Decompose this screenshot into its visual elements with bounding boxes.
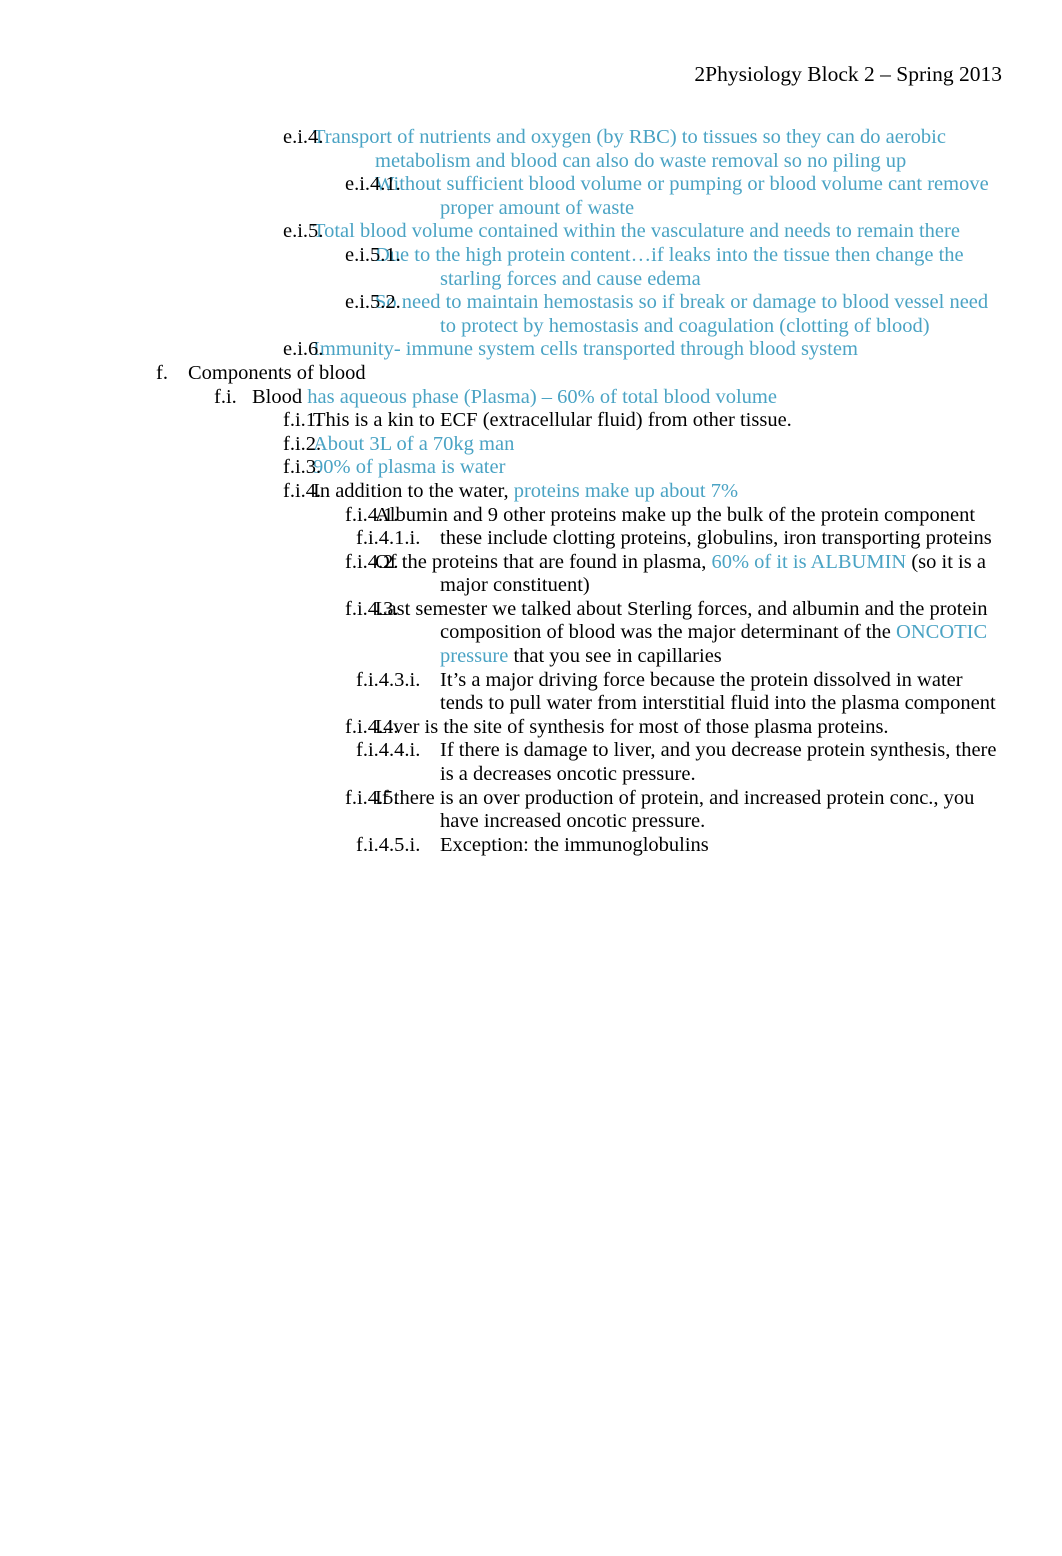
outline-item-text: Due to the high protein content…if leaks… [375, 244, 1002, 291]
text-run: these include clotting proteins, globuli… [440, 527, 992, 550]
outline-item: f.i.3. 90% of plasma is water [283, 456, 1062, 480]
text-run: Components of blood [188, 361, 366, 384]
outline-item-marker: f.i.4.4.i. [356, 739, 421, 762]
outline-item-text: This is a kin to ECF (extracellular flui… [313, 409, 1002, 433]
outline-item-text: It’s a major driving force because the p… [440, 669, 1002, 716]
outline-item-marker: f.i. [214, 385, 237, 408]
text-run: Exception: the immunoglobulins [440, 833, 709, 856]
outline-item-marker: f.i.4.4. [345, 715, 399, 738]
outline-item-marker: f.i.4.5. [345, 786, 399, 809]
outline-item-text: Immunity- immune system cells transporte… [313, 338, 1002, 362]
outline-item-text: Exception: the immunoglobulins [440, 834, 1002, 858]
outline-item: f. Components of blood [156, 362, 1062, 386]
outline-list: e.i.4. Transport of nutrients and oxygen … [0, 126, 1062, 857]
outline-item-marker: f.i.3. [283, 456, 322, 479]
text-run: Without sufficient blood volume or pumpi… [375, 173, 989, 219]
outline-item: f.i.2. About 3L of a 70kg man [283, 433, 1062, 457]
outline-item-text: Components of blood [188, 362, 1002, 386]
outline-item-marker: f.i.4.1. [345, 503, 399, 526]
outline-item-text: Albumin and 9 other proteins make up the… [375, 504, 1002, 528]
outline-item-marker: f.i.4.3.i. [356, 668, 421, 691]
outline-item: f.i.4. In addition to the water, proteins… [283, 480, 1062, 504]
text-run: Liver is the site of synthesis for most … [375, 715, 889, 738]
outline-item: f.i.4.5. If there is an over production o… [345, 787, 1062, 834]
text-run: 60% of it is ALBUMIN [711, 550, 907, 573]
text-run: Due to the high protein content…if leaks… [375, 243, 964, 290]
outline-item: e.i.5.2. So need to maintain hemostasis s… [345, 291, 1062, 338]
outline-item-text: Total blood volume contained within the … [313, 220, 1002, 244]
outline-item: f.i.4.2. Of the proteins that are found i… [345, 551, 1062, 598]
outline-item: f.i.4.1.i. these include clotting protein… [356, 527, 1062, 551]
outline-item-text: Last semester we talked about Sterling f… [375, 598, 1002, 669]
text-run: If there is damage to liver, and you dec… [440, 739, 997, 786]
outline-item-marker: f. [156, 361, 168, 384]
outline-item-text: About 3L of a 70kg man [313, 433, 1002, 457]
outline-item-marker: f.i.4.3. [345, 597, 399, 620]
outline-item-marker: f.i.4.2. [345, 550, 399, 573]
outline-item-marker: f.i.4.1.i. [356, 527, 421, 550]
outline-item: e.i.4. Transport of nutrients and oxygen … [283, 126, 1062, 173]
text-run: About 3L of a 70kg man [313, 432, 515, 455]
outline-item: f.i.4.1. Albumin and 9 other proteins mak… [345, 504, 1062, 528]
outline-item-text: So need to maintain hemostasis so if bre… [375, 291, 1002, 338]
outline-item: f.i.4.5.i. Exception: the immunoglobulins [356, 834, 1062, 858]
outline-item-marker: f.i.1. [283, 409, 322, 432]
outline-item: e.i.5. Total blood volume contained withi… [283, 220, 1062, 244]
outline-item-text: Without sufficient blood volume or pumpi… [375, 173, 1002, 220]
page-header: 2Physiology Block 2 – Spring 2013 [694, 62, 1002, 86]
outline-item-marker: e.i.5.1. [345, 243, 401, 266]
outline-item: f.i.4.3.i. It’s a major driving force bec… [356, 669, 1062, 716]
outline-item-text: Liver is the site of synthesis for most … [375, 716, 1002, 740]
outline-item-marker: f.i.4.5.i. [356, 833, 421, 856]
outline-item: f.i.4.4. Liver is the site of synthesis f… [345, 716, 1062, 740]
outline-item-marker: e.i.5.2. [345, 291, 401, 314]
text-run: 90% of plasma is water [313, 456, 506, 479]
text-run: Immunity- immune system cells transporte… [313, 338, 858, 361]
text-run: Total blood volume contained within the … [313, 220, 960, 243]
text-run: has aqueous phase (Plasma) – 60% of tota… [307, 385, 777, 408]
text-run: If there is an over production of protei… [375, 786, 975, 833]
text-run: In addition to the water, [313, 479, 514, 502]
outline-item-text: If there is an over production of protei… [375, 787, 1002, 834]
outline-item: f.i.4.3. Last semester we talked about St… [345, 598, 1062, 669]
outline-item-text: Transport of nutrients and oxygen (by RB… [313, 126, 1002, 173]
outline-item-text: these include clotting proteins, globuli… [440, 527, 1002, 551]
text-run: It’s a major driving force because the p… [440, 668, 996, 715]
outline-item: e.i.4.1. Without sufficient blood volume … [345, 173, 1062, 220]
text-run: Blood [252, 385, 308, 408]
outline-item: f.i.1. This is a kin to ECF (extracellula… [283, 409, 1062, 433]
outline-item: e.i.6. Immunity- immune system cells tran… [283, 338, 1062, 362]
outline-item-text: 90% of plasma is water [313, 456, 1002, 480]
outline-item: f.i. Blood has aqueous phase (Plasma) – 6… [214, 386, 1062, 410]
outline-item-marker: e.i.4. [283, 126, 324, 148]
outline-item-text: If there is damage to liver, and you dec… [440, 739, 1002, 786]
text-run: Albumin and 9 other proteins make up the… [375, 503, 976, 526]
text-run: So need to maintain hemostasis so if bre… [375, 291, 989, 337]
outline-item-marker: e.i.4.1. [345, 173, 401, 196]
outline-item-marker: f.i.2. [283, 432, 322, 455]
text-run: Of the proteins that are found in plasma… [375, 550, 712, 573]
outline-item-text: Of the proteins that are found in plasma… [375, 551, 1002, 598]
outline-item-marker: e.i.5. [283, 220, 324, 243]
text-run: that you see in capillaries [508, 645, 722, 668]
outline-item-text: Blood has aqueous phase (Plasma) – 60% o… [252, 386, 1002, 410]
outline-item: f.i.4.4.i. If there is damage to liver, a… [356, 739, 1062, 786]
outline-item: e.i.5.1. Due to the high protein content…… [345, 244, 1062, 291]
text-run: This is a kin to ECF (extracellular flui… [313, 409, 792, 432]
outline-item-text: In addition to the water, proteins make … [313, 480, 1002, 504]
text-run: Transport of nutrients and oxygen (by RB… [313, 126, 946, 172]
text-run: proteins make up about 7% [513, 479, 739, 502]
outline-item-marker: e.i.6. [283, 338, 324, 361]
document-page: 2Physiology Block 2 – Spring 2013 e.i.4.… [0, 0, 1062, 1556]
outline-item-marker: f.i.4. [283, 479, 322, 502]
